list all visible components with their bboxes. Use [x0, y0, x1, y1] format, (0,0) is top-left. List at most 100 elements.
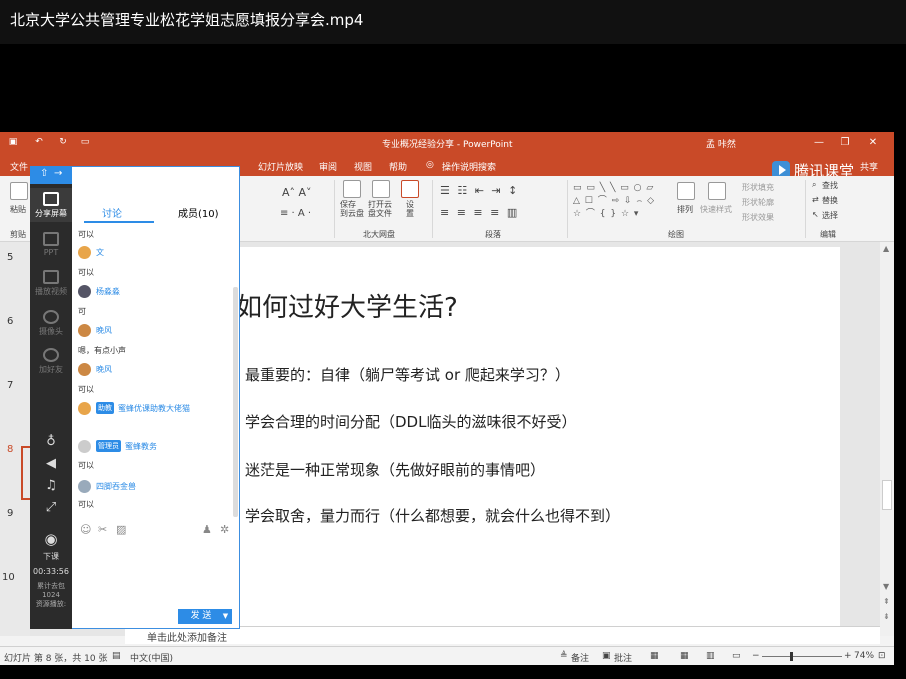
spellcheck-icon[interactable]: ▤	[112, 651, 121, 661]
scissors-icon[interactable]: ✂	[98, 523, 107, 536]
tab-members[interactable]: 成员(10)	[178, 205, 219, 220]
zoom-out-icon[interactable]: −	[752, 651, 760, 661]
bullets-icon[interactable]: ☰ ☷ ⇤ ⇥ ↕	[440, 184, 519, 197]
microphone-icon[interactable]: ♁	[43, 434, 59, 449]
chat-sender[interactable]: 文	[78, 245, 104, 259]
slide-bullet[interactable]: 学会合理的时间分配（DDL临头的滋味很不好受）	[245, 411, 576, 432]
normal-view-icon[interactable]: ▦	[650, 651, 659, 661]
zoom-level[interactable]: 74%	[854, 651, 874, 661]
chat-sender[interactable]: 四脚吞金兽	[78, 479, 136, 493]
close-icon[interactable]: ✕	[866, 136, 880, 150]
save-icon[interactable]: ▣	[8, 137, 18, 147]
slide-thumb-7[interactable]: 7	[7, 380, 13, 391]
quick-styles-button[interactable]: 快速样式	[700, 204, 732, 215]
find-button[interactable]: 查找	[822, 180, 838, 191]
zoom-slider-knob[interactable]	[790, 652, 793, 661]
tab-slideshow[interactable]: 幻灯片放映	[258, 160, 303, 173]
slide-title[interactable]: 如何过好大学生活?	[236, 287, 458, 324]
shape-effects-button[interactable]: 形状效果	[742, 212, 774, 223]
scroll-up-icon[interactable]: ▲	[883, 244, 889, 253]
slide-thumb-9[interactable]: 9	[7, 508, 13, 519]
shapes-gallery[interactable]: ▭ ▭ ╲ ╲ ▭ ○ ▱ △ ☐ ⌒ ⇨ ⇩ ⌢ ◇ ☆ ⌒ { } ☆ ▾	[573, 182, 671, 222]
cloud-settings-button[interactable]: 设 置	[406, 200, 414, 218]
tab-view[interactable]: 视图	[354, 160, 372, 173]
pin-icon[interactable]: ⇧	[40, 168, 48, 179]
slide-scrollbar[interactable]: ▲ ▼ ⇞ ⇟	[880, 242, 894, 636]
user-name[interactable]: 孟 咔然	[706, 137, 736, 150]
notes-placeholder[interactable]: 单击此处添加备注	[147, 629, 227, 644]
paste-icon[interactable]	[10, 182, 28, 200]
send-options-icon[interactable]: ▼	[219, 609, 232, 624]
minimize-icon[interactable]: —	[812, 136, 826, 150]
tab-review[interactable]: 审阅	[319, 160, 337, 173]
emoji-icon[interactable]: ☺	[80, 523, 91, 536]
share-button[interactable]: 共享	[860, 160, 878, 173]
chat-sender[interactable]: 杨淼淼	[78, 284, 120, 298]
tab-discussion[interactable]: 讨论	[102, 205, 122, 220]
comments-toggle[interactable]: 批注	[614, 651, 632, 664]
gear-icon[interactable]: ✲	[220, 523, 229, 536]
arrow-icon[interactable]: →	[54, 168, 62, 179]
chat-sender[interactable]: 晚风	[78, 362, 112, 376]
previous-slide-icon[interactable]: ⇞	[883, 597, 890, 606]
font-size-increase-icon[interactable]: A˄ A˅	[282, 186, 312, 199]
slide-bullet[interactable]: 最重要的：自律（躺尸等考试 or 爬起来学习？）	[245, 364, 570, 385]
next-slide-icon[interactable]: ⇟	[883, 612, 890, 621]
arrange-button[interactable]: 排列	[677, 204, 693, 215]
scrollbar-thumb[interactable]	[882, 480, 892, 510]
zoom-in-icon[interactable]: +	[844, 651, 852, 661]
end-class-button[interactable]: 下课	[30, 552, 72, 561]
slideshow-icon[interactable]: ▭	[80, 137, 90, 147]
shape-outline-button[interactable]: 形状轮廓	[742, 197, 774, 208]
replace-button[interactable]: 替换	[822, 195, 838, 206]
slideshow-view-icon[interactable]: ▭	[732, 651, 741, 661]
tab-file[interactable]: 文件	[10, 160, 28, 173]
char-spacing-icon[interactable]: ≡ · A ·	[280, 208, 311, 219]
settings-icon[interactable]	[401, 180, 419, 198]
align-icon[interactable]: ≡ ≡ ≡ ≡ ▥	[440, 206, 519, 219]
undo-icon[interactable]: ↶	[34, 137, 44, 147]
open-cloud-file-button[interactable]: 打开云 盘文件	[368, 200, 392, 218]
scroll-down-icon[interactable]: ▼	[883, 582, 889, 591]
shape-fill-button[interactable]: 形状填充	[742, 182, 774, 193]
camera-tool[interactable]: 摄像头	[30, 310, 72, 337]
redo-icon[interactable]: ↻	[58, 137, 68, 147]
slide-bullet[interactable]: 迷茫是一种正常现象（先做好眼前的事情吧）	[245, 459, 545, 480]
tab-help[interactable]: 帮助	[389, 160, 407, 173]
language-indicator[interactable]: 中文(中国)	[130, 651, 173, 664]
slide-bullet[interactable]: 学会取舍，量力而行（什么都想要，就会什么也得不到）	[245, 505, 620, 526]
add-friend-tool[interactable]: 加好友	[30, 348, 72, 375]
chat-list[interactable]: 可以 文 可以 杨淼淼 可 晚风 嗯，有点小声 晚风 可以 助教 蜜蜂优课助教大…	[72, 225, 232, 521]
slide-sorter-icon[interactable]: ▦	[680, 651, 689, 661]
zoom-slider[interactable]	[762, 656, 842, 657]
tell-me-search[interactable]: 操作说明搜索	[442, 160, 496, 173]
fit-slide-icon[interactable]: ⊡	[878, 651, 886, 661]
select-button[interactable]: 选择	[822, 210, 838, 221]
arrange-icon[interactable]	[677, 182, 695, 200]
slide-thumb-8[interactable]: 8	[7, 444, 13, 455]
paste-button[interactable]: 粘贴	[10, 204, 26, 215]
save-cloud-icon[interactable]	[343, 180, 361, 198]
reading-view-icon[interactable]: ▥	[706, 651, 715, 661]
chat-sender[interactable]: 助教 蜜蜂优课助教大佬猫	[78, 401, 190, 415]
save-to-cloud-button[interactable]: 保存 到云盘	[340, 200, 364, 218]
members-icon[interactable]: ♟	[202, 523, 212, 536]
play-video-tool[interactable]: 播放视频	[30, 270, 72, 297]
chat-sender[interactable]: 管理员 蜜蜂教务	[78, 439, 157, 453]
chat-scrollbar[interactable]	[233, 287, 238, 517]
music-icon[interactable]: ♫	[43, 478, 59, 493]
speaker-icon[interactable]: ◀	[43, 456, 59, 471]
slide-thumb-5[interactable]: 5	[7, 252, 13, 263]
notes-toggle[interactable]: 备注	[571, 651, 589, 664]
share-screen-tool[interactable]: 分享屏幕	[30, 192, 72, 219]
end-class-icon[interactable]: ◉	[43, 530, 59, 548]
restore-icon[interactable]: ❐	[838, 136, 852, 150]
fullscreen-icon[interactable]: ⤢	[43, 500, 59, 515]
send-button[interactable]: 发 送	[178, 609, 224, 624]
slide-thumb-10[interactable]: 10	[2, 572, 15, 583]
open-cloud-icon[interactable]	[372, 180, 390, 198]
image-icon[interactable]: ▨	[116, 523, 126, 536]
quick-styles-icon[interactable]	[708, 182, 726, 200]
slide-thumb-6[interactable]: 6	[7, 316, 13, 327]
chat-sender[interactable]: 晚风	[78, 323, 112, 337]
